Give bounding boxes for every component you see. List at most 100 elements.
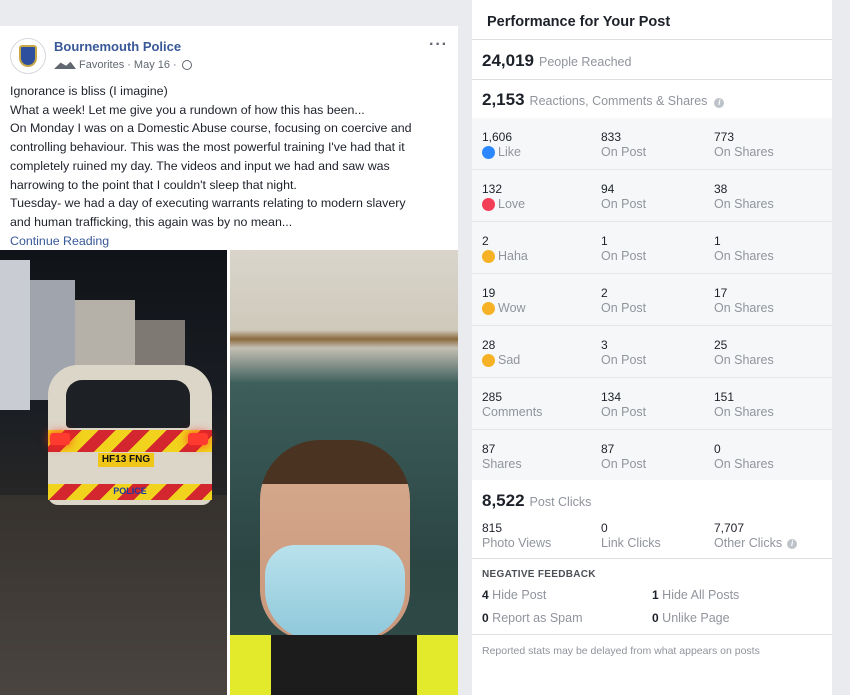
post-clicks: 8,522 Post Clicks — [482, 491, 591, 511]
unlike-page-value: 0 — [652, 611, 659, 625]
on-post-value: 87 — [601, 442, 615, 456]
on-shares-cell: 0 On Shares — [714, 442, 774, 472]
officer-selfie-photo[interactable] — [230, 250, 458, 695]
on-post-label: On Post — [601, 405, 647, 419]
hide-post-stat: 4 Hide Post — [482, 588, 546, 602]
hide-all-posts-value: 1 — [652, 588, 659, 602]
hide-all-posts-stat: 1 Hide All Posts — [652, 588, 739, 602]
report-spam-label: Report as Spam — [492, 611, 583, 625]
screenshot-root: Bournemouth Police Favorites · May 16 · … — [0, 0, 850, 695]
divider — [472, 558, 832, 559]
sad-icon — [482, 354, 495, 367]
hide-all-posts-label: Hide All Posts — [662, 588, 740, 602]
building — [0, 260, 30, 410]
engagement-label: Reactions, Comments & Shares — [529, 94, 708, 108]
on-shares-label: On Shares — [714, 457, 774, 471]
post-meta: Favorites · May 16 · — [54, 59, 192, 71]
post-body: Ignorance is bliss (I imagine) What a we… — [10, 82, 450, 250]
reaction-total: 2 Haha — [482, 234, 528, 264]
on-post-cell: 94 On Post — [601, 182, 646, 212]
link-clicks-cell: 0 Link Clicks — [601, 521, 661, 551]
haha-icon — [482, 250, 495, 263]
post-text-line: completely ruined my day. The videos and… — [10, 158, 390, 173]
on-post-value: 833 — [601, 130, 622, 144]
police-lettering: POLICE — [113, 486, 147, 496]
on-shares-label: On Shares — [714, 145, 774, 159]
people-reached-label: People Reached — [539, 55, 632, 69]
post-text-line: and human trafficking, this again was by… — [10, 214, 293, 229]
on-post-label: On Post — [601, 197, 647, 211]
road — [0, 495, 227, 695]
on-shares-value: 17 — [714, 286, 728, 300]
shares-label: Shares — [482, 457, 522, 471]
wow-icon — [482, 302, 495, 315]
on-shares-cell: 151 On Shares — [714, 390, 774, 420]
reaction-total: 132 Love — [482, 182, 525, 212]
continue-reading-link[interactable]: Continue Reading — [10, 232, 450, 251]
on-post-label: On Post — [601, 457, 647, 471]
photo-views-cell: 815 Photo Views — [482, 521, 551, 551]
police-car-photo[interactable]: HF13 FNG POLICE — [0, 250, 227, 695]
on-post-cell: 87 On Post — [601, 442, 646, 472]
love-icon — [482, 198, 495, 211]
reaction-total-value: 1,606 — [482, 130, 513, 144]
on-post-cell: 2 On Post — [601, 286, 646, 316]
on-shares-label: On Shares — [714, 405, 774, 419]
on-post-cell: 3 On Post — [601, 338, 646, 368]
on-post-label: On Post — [601, 353, 647, 367]
post-clicks-value: 8,522 — [482, 491, 525, 510]
face-mask — [265, 545, 405, 640]
favorites-label: Favorites — [79, 59, 125, 71]
reaction-label: Haha — [498, 249, 528, 263]
on-shares-cell: 17 On Shares — [714, 286, 774, 316]
on-post-value: 94 — [601, 182, 615, 196]
post-text-line: On Monday I was on a Domestic Abuse cour… — [10, 121, 412, 136]
hi-viz-jacket — [230, 635, 458, 695]
meta-separator: · — [127, 59, 131, 71]
on-shares-value: 25 — [714, 338, 728, 352]
on-shares-label: On Shares — [714, 249, 774, 263]
hide-post-value: 4 — [482, 588, 489, 602]
page-avatar[interactable] — [10, 38, 46, 74]
on-shares-label: On Shares — [714, 197, 774, 211]
more-options-icon[interactable]: ··· — [429, 36, 448, 54]
hide-post-label: Hide Post — [492, 588, 547, 602]
on-shares-value: 0 — [714, 442, 721, 456]
on-shares-value: 151 — [714, 390, 735, 404]
info-icon[interactable]: i — [787, 538, 798, 549]
post-text-line: controlling behaviour. This was the most… — [10, 140, 405, 155]
on-post-value: 1 — [601, 234, 608, 248]
comments-label: Comments — [482, 405, 543, 419]
reaction-label: Love — [498, 197, 526, 211]
page-name-link[interactable]: Bournemouth Police — [54, 39, 181, 54]
post-text-line: harrowing to the point that I couldn't s… — [10, 177, 297, 192]
info-icon[interactable]: i — [714, 98, 725, 108]
post-text-line: Ignorance is bliss (I imagine) — [10, 84, 168, 98]
on-post-cell: 134 On Post — [601, 390, 646, 420]
on-post-label: On Post — [601, 249, 647, 263]
tail-light — [50, 433, 70, 445]
on-post-value: 134 — [601, 390, 622, 404]
divider — [472, 79, 832, 80]
comments-row: 285 Comments 134 On Post 151 On Shares — [472, 378, 832, 430]
shares-total: 87 Shares — [482, 442, 522, 472]
post-date-link[interactable]: May 16 — [134, 59, 170, 71]
post-clicks-label: Post Clicks — [529, 495, 592, 509]
reaction-label: Wow — [498, 301, 526, 315]
on-shares-value: 773 — [714, 130, 735, 144]
like-icon — [482, 146, 495, 159]
reaction-label: Sad — [498, 353, 521, 367]
globe-icon — [181, 60, 192, 70]
reaction-total: 1,606 Like — [482, 130, 521, 160]
favorites-icon — [54, 61, 76, 69]
on-shares-value: 38 — [714, 182, 728, 196]
on-shares-cell: 25 On Shares — [714, 338, 774, 368]
reaction-total-value: 19 — [482, 286, 496, 300]
post-header: Bournemouth Police Favorites · May 16 · … — [0, 26, 458, 82]
shares-row: 87 Shares 87 On Post 0 On Shares — [472, 430, 832, 482]
reaction-row-like: 1,606 Like 833 On Post 773 On Shares — [472, 118, 832, 170]
reaction-row-wow: 19 Wow 2 On Post 17 On Shares — [472, 274, 832, 326]
report-spam-stat: 0 Report as Spam — [482, 611, 583, 625]
on-post-label: On Post — [601, 145, 647, 159]
unlike-page-stat: 0 Unlike Page — [652, 611, 730, 625]
